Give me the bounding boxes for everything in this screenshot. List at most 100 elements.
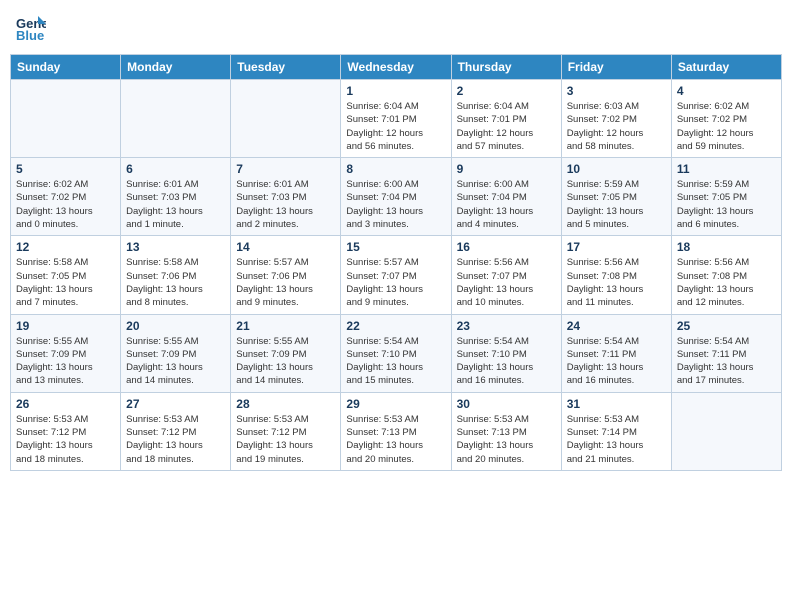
day-cell-11: 11 Sunrise: 5:59 AMSunset: 7:05 PMDayligh…	[671, 158, 781, 236]
day-cell-31: 31 Sunrise: 5:53 AMSunset: 7:14 PMDayligh…	[561, 392, 671, 470]
day-cell-22: 22Sunrise: 5:54 AMSunset: 7:10 PMDayligh…	[341, 314, 451, 392]
day-info-29: Sunrise: 5:53 AMSunset: 7:13 PMDaylight:…	[346, 413, 445, 466]
day-number-8: 8	[346, 162, 445, 176]
day-cell-2: 2 Sunrise: 6:04 AMSunset: 7:01 PMDaylight…	[451, 80, 561, 158]
day-info-24: Sunrise: 5:54 AMSunset: 7:11 PMDaylight:…	[567, 335, 666, 388]
day-cell-25: 25 Sunrise: 5:54 AMSunset: 7:11 PMDayligh…	[671, 314, 781, 392]
day-number-3: 3	[567, 84, 666, 98]
weekday-header-monday: Monday	[121, 55, 231, 80]
day-cell-16: 16 Sunrise: 5:56 AMSunset: 7:07 PMDayligh…	[451, 236, 561, 314]
day-info-2: Sunrise: 6:04 AMSunset: 7:01 PMDaylight:…	[457, 100, 556, 153]
day-info-9: Sunrise: 6:00 AMSunset: 7:04 PMDaylight:…	[457, 178, 556, 231]
day-cell-3: 3 Sunrise: 6:03 AMSunset: 7:02 PMDaylight…	[561, 80, 671, 158]
logo: General Blue	[16, 14, 46, 42]
day-info-23: Sunrise: 5:54 AMSunset: 7:10 PMDaylight:…	[457, 335, 556, 388]
day-info-19: Sunrise: 5:55 AMSunset: 7:09 PMDaylight:…	[16, 335, 115, 388]
day-number-19: 19	[16, 319, 115, 333]
day-info-27: Sunrise: 5:53 AMSunset: 7:12 PMDaylight:…	[126, 413, 225, 466]
day-cell-14: 14 Sunrise: 5:57 AMSunset: 7:06 PMDayligh…	[231, 236, 341, 314]
empty-cell	[11, 80, 121, 158]
day-number-9: 9	[457, 162, 556, 176]
day-number-5: 5	[16, 162, 115, 176]
empty-cell	[121, 80, 231, 158]
empty-cell	[671, 392, 781, 470]
day-number-16: 16	[457, 240, 556, 254]
day-info-5: Sunrise: 6:02 AMSunset: 7:02 PMDaylight:…	[16, 178, 115, 231]
weekday-header-tuesday: Tuesday	[231, 55, 341, 80]
page-header: General Blue	[10, 10, 782, 46]
day-cell-30: 30 Sunrise: 5:53 AMSunset: 7:13 PMDayligh…	[451, 392, 561, 470]
day-cell-17: 17 Sunrise: 5:56 AMSunset: 7:08 PMDayligh…	[561, 236, 671, 314]
day-info-3: Sunrise: 6:03 AMSunset: 7:02 PMDaylight:…	[567, 100, 666, 153]
day-info-1: Sunrise: 6:04 AMSunset: 7:01 PMDaylight:…	[346, 100, 445, 153]
day-cell-24: 24 Sunrise: 5:54 AMSunset: 7:11 PMDayligh…	[561, 314, 671, 392]
day-info-26: Sunrise: 5:53 AMSunset: 7:12 PMDaylight:…	[16, 413, 115, 466]
day-cell-1: 1 Sunrise: 6:04 AMSunset: 7:01 PMDaylight…	[341, 80, 451, 158]
week-row-5: 26Sunrise: 5:53 AMSunset: 7:12 PMDayligh…	[11, 392, 782, 470]
day-number-21: 21	[236, 319, 335, 333]
day-info-12: Sunrise: 5:58 AMSunset: 7:05 PMDaylight:…	[16, 256, 115, 309]
day-cell-5: 5 Sunrise: 6:02 AMSunset: 7:02 PMDaylight…	[11, 158, 121, 236]
day-number-17: 17	[567, 240, 666, 254]
day-cell-4: 4Sunrise: 6:02 AMSunset: 7:02 PMDaylight…	[671, 80, 781, 158]
day-info-21: Sunrise: 5:55 AMSunset: 7:09 PMDaylight:…	[236, 335, 335, 388]
day-number-29: 29	[346, 397, 445, 411]
svg-text:Blue: Blue	[16, 28, 44, 42]
weekday-header-saturday: Saturday	[671, 55, 781, 80]
empty-cell	[231, 80, 341, 158]
day-info-10: Sunrise: 5:59 AMSunset: 7:05 PMDaylight:…	[567, 178, 666, 231]
day-cell-8: 8 Sunrise: 6:00 AMSunset: 7:04 PMDaylight…	[341, 158, 451, 236]
weekday-header-friday: Friday	[561, 55, 671, 80]
weekday-header-row: SundayMondayTuesdayWednesdayThursdayFrid…	[11, 55, 782, 80]
day-number-31: 31	[567, 397, 666, 411]
day-cell-6: 6Sunrise: 6:01 AMSunset: 7:03 PMDaylight…	[121, 158, 231, 236]
day-number-11: 11	[677, 162, 776, 176]
day-info-14: Sunrise: 5:57 AMSunset: 7:06 PMDaylight:…	[236, 256, 335, 309]
logo-icon: General Blue	[16, 14, 46, 42]
day-info-13: Sunrise: 5:58 AMSunset: 7:06 PMDaylight:…	[126, 256, 225, 309]
day-number-10: 10	[567, 162, 666, 176]
day-cell-7: 7Sunrise: 6:01 AMSunset: 7:03 PMDaylight…	[231, 158, 341, 236]
day-number-13: 13	[126, 240, 225, 254]
day-cell-23: 23 Sunrise: 5:54 AMSunset: 7:10 PMDayligh…	[451, 314, 561, 392]
day-number-12: 12	[16, 240, 115, 254]
week-row-4: 19 Sunrise: 5:55 AMSunset: 7:09 PMDayligh…	[11, 314, 782, 392]
day-number-6: 6	[126, 162, 225, 176]
day-number-1: 1	[346, 84, 445, 98]
day-info-16: Sunrise: 5:56 AMSunset: 7:07 PMDaylight:…	[457, 256, 556, 309]
day-number-25: 25	[677, 319, 776, 333]
day-info-30: Sunrise: 5:53 AMSunset: 7:13 PMDaylight:…	[457, 413, 556, 466]
day-cell-20: 20 Sunrise: 5:55 AMSunset: 7:09 PMDayligh…	[121, 314, 231, 392]
day-info-25: Sunrise: 5:54 AMSunset: 7:11 PMDaylight:…	[677, 335, 776, 388]
day-cell-13: 13 Sunrise: 5:58 AMSunset: 7:06 PMDayligh…	[121, 236, 231, 314]
day-cell-9: 9 Sunrise: 6:00 AMSunset: 7:04 PMDaylight…	[451, 158, 561, 236]
day-cell-27: 27Sunrise: 5:53 AMSunset: 7:12 PMDayligh…	[121, 392, 231, 470]
day-info-31: Sunrise: 5:53 AMSunset: 7:14 PMDaylight:…	[567, 413, 666, 466]
day-number-4: 4	[677, 84, 776, 98]
week-row-2: 5 Sunrise: 6:02 AMSunset: 7:02 PMDaylight…	[11, 158, 782, 236]
day-cell-10: 10 Sunrise: 5:59 AMSunset: 7:05 PMDayligh…	[561, 158, 671, 236]
day-number-28: 28	[236, 397, 335, 411]
weekday-header-sunday: Sunday	[11, 55, 121, 80]
day-info-7: Sunrise: 6:01 AMSunset: 7:03 PMDaylight:…	[236, 178, 335, 231]
day-number-22: 22	[346, 319, 445, 333]
day-number-2: 2	[457, 84, 556, 98]
day-number-14: 14	[236, 240, 335, 254]
week-row-3: 12 Sunrise: 5:58 AMSunset: 7:05 PMDayligh…	[11, 236, 782, 314]
day-number-20: 20	[126, 319, 225, 333]
day-cell-29: 29 Sunrise: 5:53 AMSunset: 7:13 PMDayligh…	[341, 392, 451, 470]
day-cell-19: 19 Sunrise: 5:55 AMSunset: 7:09 PMDayligh…	[11, 314, 121, 392]
day-info-15: Sunrise: 5:57 AMSunset: 7:07 PMDaylight:…	[346, 256, 445, 309]
day-cell-26: 26Sunrise: 5:53 AMSunset: 7:12 PMDayligh…	[11, 392, 121, 470]
day-number-24: 24	[567, 319, 666, 333]
day-cell-28: 28Sunrise: 5:53 AMSunset: 7:12 PMDayligh…	[231, 392, 341, 470]
day-info-8: Sunrise: 6:00 AMSunset: 7:04 PMDaylight:…	[346, 178, 445, 231]
day-info-20: Sunrise: 5:55 AMSunset: 7:09 PMDaylight:…	[126, 335, 225, 388]
day-info-11: Sunrise: 5:59 AMSunset: 7:05 PMDaylight:…	[677, 178, 776, 231]
day-number-23: 23	[457, 319, 556, 333]
day-number-30: 30	[457, 397, 556, 411]
day-info-18: Sunrise: 5:56 AMSunset: 7:08 PMDaylight:…	[677, 256, 776, 309]
day-cell-15: 15Sunrise: 5:57 AMSunset: 7:07 PMDayligh…	[341, 236, 451, 314]
calendar-table: SundayMondayTuesdayWednesdayThursdayFrid…	[10, 54, 782, 471]
day-info-17: Sunrise: 5:56 AMSunset: 7:08 PMDaylight:…	[567, 256, 666, 309]
